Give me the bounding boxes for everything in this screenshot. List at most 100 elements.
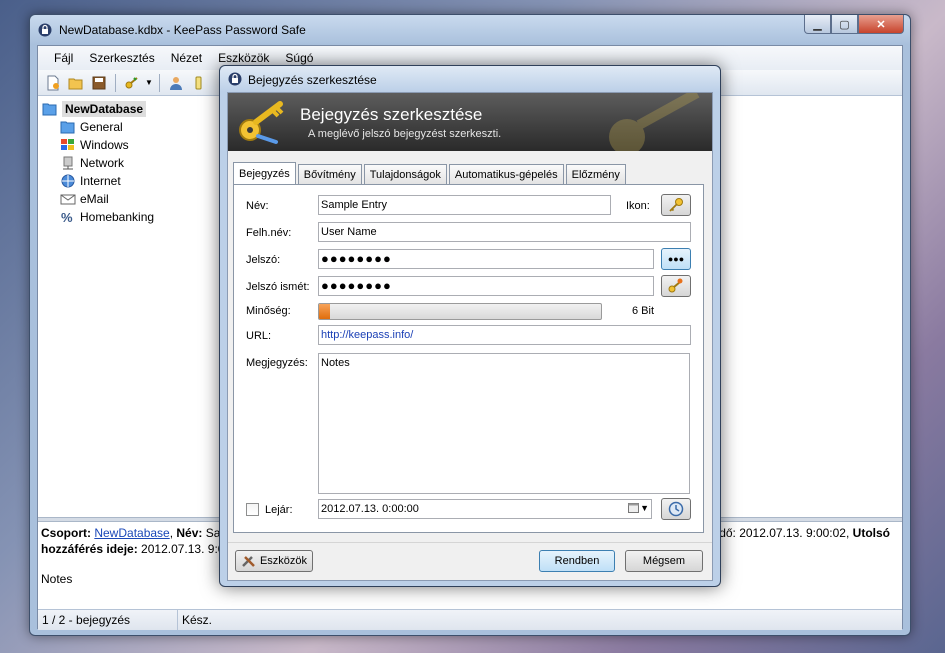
ok-button[interactable]: Rendben [539,550,615,572]
dialog-title: Bejegyzés szerkesztése [248,73,377,87]
dialog-title-bar[interactable]: Bejegyzés szerkesztése [220,66,720,92]
status-bar: 1 / 2 - bejegyzés Kész. [38,609,902,630]
info-right-text: idő: 2012.07.13. 9:00:02, Utolsó [717,525,890,541]
open-folder-icon [68,78,83,89]
close-button[interactable]: ✕ [858,15,904,34]
maximize-icon: ▢ [839,18,850,31]
toolbar-separator [158,73,160,92]
new-file-icon [47,75,59,90]
close-icon: ✕ [876,18,886,31]
banner-subtitle: A meglévő jelszó bejegyzést szerkeszti. [308,128,502,140]
key-watermark-icon [609,93,700,151]
tools-icon [242,556,255,567]
entry-tab-panel: Név: Sample Entry Ikon: Felh.név: User N… [233,184,704,533]
notes-label: Megjegyzés: [246,357,308,369]
menu-edit[interactable]: Szerkesztés [81,51,162,65]
group-tree: NewDatabase General Windows Network Inte… [38,97,228,517]
info-name-label: Név: [176,526,203,540]
key-icon [669,198,683,212]
expires-checkbox[interactable] [246,503,259,516]
info-access-label: hozzáférés ideje: [41,542,138,556]
tree-item-windows[interactable]: Windows [60,136,129,154]
expiry-date-value: 2012.07.13. 0:00:00 [321,503,419,515]
tree-item-internet[interactable]: Internet [60,172,121,190]
quality-fill [319,304,331,319]
date-dropdown[interactable]: ▼ [628,502,649,513]
icon-picker-button[interactable] [661,194,691,216]
tab-properties[interactable]: Tulajdonságok [363,164,447,184]
folder-icon [60,121,75,134]
name-input[interactable]: Sample Entry [318,195,611,215]
network-server-icon [63,156,73,170]
main-title-bar[interactable]: NewDatabase.kdbx - KeePass Password Safe… [30,15,910,45]
calendar-icon [628,503,640,513]
expires-label: Lejár: [265,504,293,516]
new-database-button[interactable] [43,73,63,93]
notes-text: Notes [321,357,350,369]
info-group-link[interactable]: NewDatabase [94,526,169,540]
menu-help[interactable]: Súgó [277,51,321,65]
tree-label: Homebanking [80,210,155,224]
tab-advanced[interactable]: Bővítmény [297,164,362,184]
password-input[interactable]: ●●●●●●●● [318,249,654,269]
tree-item-homebanking[interactable]: % Homebanking [60,208,154,226]
name-label: Név: [246,200,269,212]
tree-item-network[interactable]: Network [60,154,124,172]
expiry-presets-button[interactable] [661,498,691,520]
edit-entry-dialog: Bejegyzés szerkesztése Bejegyzés szerkes… [219,65,721,587]
tree-item-email[interactable]: eMail [60,190,109,208]
url-input[interactable]: http://keepass.info/ [318,325,691,345]
menu-tools[interactable]: Eszközök [210,51,277,65]
username-input[interactable]: User Name [318,222,691,242]
tree-label: Internet [80,174,121,188]
notes-textarea[interactable]: Notes [318,353,690,494]
key-banner-icon [239,101,284,144]
copy-username-button[interactable] [166,73,186,93]
copy-password-button[interactable] [189,73,209,93]
quality-label: Minőség: [246,305,291,317]
globe-icon [61,174,75,188]
info-last-label: Utolsó [852,526,890,540]
banner-title: Bejegyzés szerkesztése [300,105,483,124]
info-access-value: 2012.07.13. 9:00 [141,542,232,556]
show-password-button[interactable]: ●●● [661,248,691,270]
minimize-icon: ▁ [813,18,822,31]
minimize-button[interactable]: ▁ [804,15,831,34]
maximize-button[interactable]: ▢ [831,15,858,34]
folder-open-icon [42,103,57,116]
add-entry-button[interactable] [122,73,142,93]
tree-label: Network [80,156,125,170]
save-disk-icon [92,76,106,89]
password-repeat-input[interactable]: ●●●●●●●● [318,276,654,296]
keepass-lock-icon [38,23,52,37]
cancel-button[interactable]: Mégsem [625,550,703,572]
tab-strip: Bejegyzés Bővítmény Tulajdonságok Automa… [233,162,628,184]
generate-password-button[interactable] [661,275,691,297]
save-database-button[interactable] [89,73,109,93]
toolbar-separator [115,73,116,92]
expiry-date-input[interactable]: 2012.07.13. 0:00:00 ▼ [318,499,652,519]
tools-button[interactable]: Eszközök [235,550,313,572]
status-count: 1 / 2 - bejegyzés [38,610,178,630]
dropdown-arrow-icon[interactable]: ▼ [145,78,153,87]
tab-entry[interactable]: Bejegyzés [233,162,296,184]
tab-auto-type[interactable]: Automatikus-gépelés [448,164,564,184]
dialog-banner: Bejegyzés szerkesztése A meglévő jelszó … [228,93,712,151]
menu-view[interactable]: Nézet [163,51,210,65]
menu-file[interactable]: Fájl [46,51,81,65]
tree-item-root[interactable]: NewDatabase [42,100,147,118]
password-quality-bar [318,303,602,320]
password-label: Jelszó: [246,254,281,266]
url-label: URL: [246,330,272,342]
info-group-label: Csoport: [41,526,91,540]
open-database-button[interactable] [66,73,86,93]
tree-item-general[interactable]: General [60,118,123,136]
percent-icon: % [61,210,73,224]
chevron-down-icon: ▼ [640,502,649,513]
key-icon [195,76,202,89]
keepass-lock-icon [228,72,242,86]
main-window-title: NewDatabase.kdbx - KeePass Password Safe [59,23,306,37]
tab-history[interactable]: Előzmény [565,164,626,184]
footer-separator [228,542,712,543]
tree-label: General [80,120,123,134]
